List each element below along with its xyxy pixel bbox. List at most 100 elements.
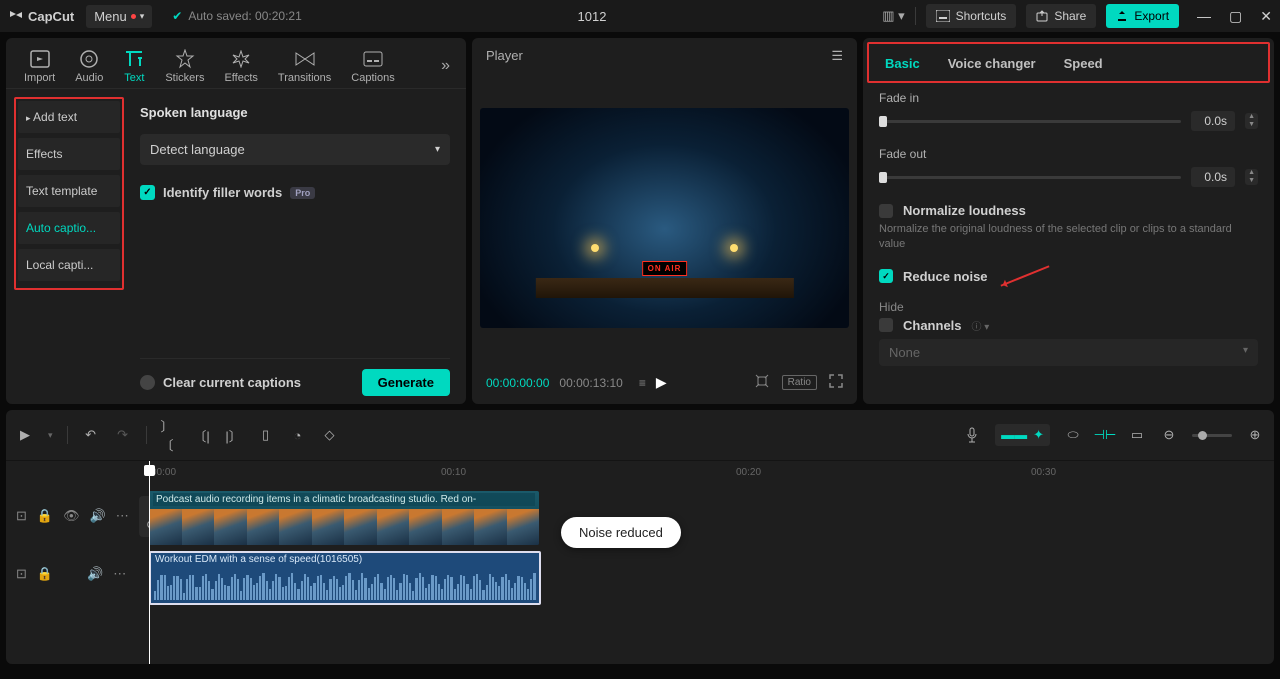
magnet-icon[interactable]: ⊣⊢ bbox=[1096, 427, 1114, 443]
track-eye-icon[interactable]: 👁 bbox=[63, 508, 80, 524]
track-lock-icon[interactable]: 🔒 bbox=[37, 508, 53, 524]
track-collapse-icon[interactable]: ⊡ bbox=[16, 508, 27, 524]
video-track-controls: ⊡ 🔒 👁 🔊 ⋯ Cover bbox=[6, 487, 141, 545]
preview-mode-icon[interactable]: ▭ bbox=[1128, 427, 1146, 443]
tab-transitions[interactable]: Transitions bbox=[268, 44, 341, 88]
normalize-checkbox[interactable] bbox=[879, 204, 893, 218]
play-button[interactable]: ▶ bbox=[656, 374, 667, 391]
hide-label: Hide bbox=[879, 300, 1258, 314]
reduce-noise-label: Reduce noise bbox=[903, 269, 988, 284]
preview-viewport[interactable]: ON AIR bbox=[480, 108, 849, 328]
tab-stickers[interactable]: Stickers bbox=[155, 44, 214, 88]
shortcuts-button[interactable]: Shortcuts bbox=[926, 4, 1017, 28]
fade-in-slider[interactable] bbox=[879, 120, 1181, 123]
check-icon: ✔ bbox=[172, 9, 182, 23]
properties-panel: Basic Voice changer Speed Fade in 0.0s ▲… bbox=[863, 38, 1274, 404]
toast-notification: Noise reduced bbox=[561, 517, 681, 548]
channels-label: Channels bbox=[903, 318, 962, 333]
tab-import[interactable]: Import bbox=[14, 44, 65, 88]
clear-captions-checkbox[interactable] bbox=[140, 375, 155, 390]
ratio-button[interactable]: Ratio bbox=[782, 375, 817, 390]
properties-tabs-highlight: Basic Voice changer Speed bbox=[867, 42, 1270, 83]
detect-language-select[interactable]: Detect language ▾ bbox=[140, 134, 450, 165]
generate-button[interactable]: Generate bbox=[362, 369, 450, 396]
tabs-more-icon[interactable]: » bbox=[433, 53, 458, 79]
pointer-tool-icon[interactable]: ▶ bbox=[16, 427, 34, 443]
sidebar-item-text-template[interactable]: Text template bbox=[18, 175, 120, 207]
trim-left-icon[interactable]: 〔| bbox=[193, 426, 211, 445]
track-mute-icon[interactable]: 🔊 bbox=[87, 566, 103, 582]
reduce-noise-checkbox[interactable]: ✓ bbox=[879, 269, 893, 283]
redo-icon[interactable]: ↷ bbox=[114, 427, 132, 443]
track-more-icon[interactable]: ⋯ bbox=[113, 566, 126, 582]
player-panel: Player ☰ ON AIR 00:00:00:00 00:00:13:10 … bbox=[472, 38, 857, 404]
fade-in-value[interactable]: 0.0s bbox=[1191, 111, 1235, 131]
snap-toggle[interactable]: ▬▬✦ bbox=[995, 424, 1050, 446]
timeline-ruler[interactable]: 00:00 00:10 00:20 00:30 bbox=[141, 461, 1274, 487]
title-bar: CapCut Menu▾ ✔ Auto saved: 00:20:21 1012… bbox=[0, 0, 1280, 32]
text-sidebar-highlight: Add text Effects Text template Auto capt… bbox=[14, 97, 124, 290]
track-mute-icon[interactable]: 🔊 bbox=[90, 508, 106, 524]
player-title: Player bbox=[486, 48, 523, 64]
link-icon[interactable]: ⬭ bbox=[1064, 427, 1082, 443]
trim-right-icon[interactable]: |〕 bbox=[225, 426, 243, 445]
tab-effects[interactable]: Effects bbox=[214, 44, 267, 88]
tab-speed[interactable]: Speed bbox=[1064, 56, 1103, 71]
tab-captions[interactable]: Captions bbox=[341, 44, 404, 88]
export-button[interactable]: Export bbox=[1106, 4, 1179, 28]
zoom-out-icon[interactable]: ⊖ bbox=[1160, 427, 1178, 443]
zoom-slider[interactable] bbox=[1192, 434, 1232, 437]
video-clip[interactable]: Podcast audio recording items in a clima… bbox=[149, 491, 539, 545]
fade-in-label: Fade in bbox=[879, 91, 1258, 105]
identify-filler-checkbox[interactable]: ✓ bbox=[140, 185, 155, 200]
fade-out-stepper[interactable]: ▲▼ bbox=[1245, 169, 1258, 185]
fade-out-slider[interactable] bbox=[879, 176, 1181, 179]
split-icon[interactable]: 〕〔 bbox=[161, 416, 179, 454]
maximize-icon[interactable]: ▢ bbox=[1229, 8, 1242, 25]
share-button[interactable]: Share bbox=[1026, 4, 1096, 28]
autosave-status: ✔ Auto saved: 00:20:21 bbox=[172, 9, 301, 23]
track-lock-icon[interactable]: 🔒 bbox=[37, 566, 53, 582]
timeline-panel: ▶ ▾ ↶ ↷ 〕〔 〔| |〕 ▯ ◔ ◇ ▬▬✦ ⬭ ⊣⊢ ▭ ⊖ ⊕ bbox=[6, 410, 1274, 664]
menu-button[interactable]: Menu▾ bbox=[86, 5, 152, 28]
fade-out-value[interactable]: 0.0s bbox=[1191, 167, 1235, 187]
mic-icon[interactable] bbox=[963, 427, 981, 443]
playhead[interactable] bbox=[149, 461, 150, 664]
tab-voice-changer[interactable]: Voice changer bbox=[948, 56, 1036, 71]
tab-audio[interactable]: Audio bbox=[65, 44, 113, 88]
tab-basic[interactable]: Basic bbox=[885, 56, 920, 71]
chevron-down-icon: ▾ bbox=[435, 144, 440, 155]
normalize-description: Normalize the original loudness of the s… bbox=[879, 222, 1258, 253]
channels-checkbox[interactable] bbox=[879, 318, 893, 332]
fade-in-stepper[interactable]: ▲▼ bbox=[1245, 113, 1258, 129]
player-menu-icon[interactable]: ☰ bbox=[831, 48, 843, 64]
sidebar-item-effects[interactable]: Effects bbox=[18, 138, 120, 170]
info-icon[interactable]: ⓘ ▾ bbox=[972, 318, 990, 333]
timecode-total: 00:00:13:10 bbox=[559, 376, 622, 390]
shield-icon[interactable]: ◇ bbox=[321, 427, 339, 443]
project-title: 1012 bbox=[314, 9, 870, 24]
pro-badge: Pro bbox=[290, 187, 315, 199]
marker-icon[interactable]: ◔ bbox=[289, 428, 307, 443]
zoom-in-icon[interactable]: ⊕ bbox=[1246, 427, 1264, 443]
crop-icon[interactable] bbox=[754, 373, 770, 392]
layout-icon[interactable]: ▥ ▾ bbox=[882, 8, 904, 24]
track-more-icon[interactable]: ⋯ bbox=[116, 508, 129, 524]
fullscreen-icon[interactable] bbox=[829, 374, 843, 391]
delete-icon[interactable]: ▯ bbox=[257, 427, 275, 443]
close-icon[interactable]: ✕ bbox=[1260, 8, 1272, 25]
channels-select[interactable]: None▾ bbox=[879, 339, 1258, 366]
list-icon[interactable]: ≡ bbox=[639, 376, 646, 390]
track-collapse-icon[interactable]: ⊡ bbox=[16, 566, 27, 582]
normalize-label: Normalize loudness bbox=[903, 203, 1026, 218]
audio-clip[interactable]: Workout EDM with a sense of speed(101650… bbox=[149, 551, 541, 605]
sidebar-item-add-text[interactable]: Add text bbox=[18, 101, 120, 133]
sidebar-item-auto-captions[interactable]: Auto captio... bbox=[18, 212, 120, 244]
sidebar-item-local-captions[interactable]: Local capti... bbox=[18, 249, 120, 281]
spoken-language-heading: Spoken language bbox=[140, 105, 450, 120]
onair-sign: ON AIR bbox=[642, 261, 688, 276]
clear-captions-label: Clear current captions bbox=[163, 375, 301, 390]
minimize-icon[interactable]: — bbox=[1197, 8, 1211, 25]
undo-icon[interactable]: ↶ bbox=[82, 427, 100, 443]
tab-text[interactable]: Text bbox=[113, 44, 155, 88]
